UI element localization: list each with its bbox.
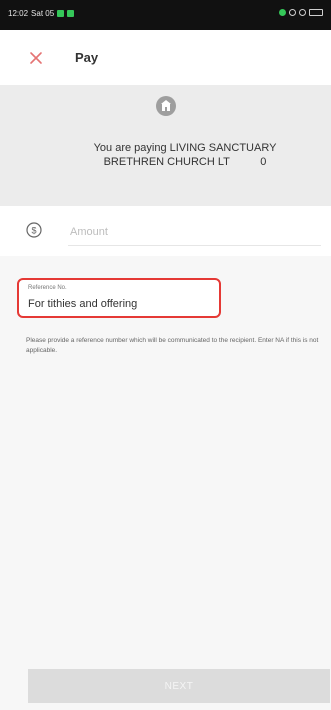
amount-input[interactable] xyxy=(68,222,312,242)
signal-icon xyxy=(279,9,286,16)
notification-icon xyxy=(57,10,65,17)
notification-icon xyxy=(67,10,75,17)
recipient-line-2: BRETHREN CHURCH LT 0 xyxy=(103,156,267,168)
wifi-icon xyxy=(289,9,296,16)
church-icon xyxy=(155,95,177,117)
status-left: 12:02 Sat 05 xyxy=(8,9,75,18)
recipient-line-1: You are paying LIVING SANCTUARY xyxy=(93,142,277,154)
amount-underline xyxy=(68,245,321,246)
recipient-panel: You are paying LIVING SANCTUARY BRETHREN… xyxy=(0,85,331,183)
next-button[interactable]: NEXT xyxy=(28,669,330,703)
recipient-text: You are paying LIVING SANCTUARY BRETHREN… xyxy=(60,141,310,169)
reference-label: Reference No. xyxy=(28,285,67,291)
status-right xyxy=(279,9,323,16)
battery-icon xyxy=(309,9,323,16)
reference-help-text: Please provide a reference number which … xyxy=(26,337,319,354)
app-bar: Pay xyxy=(0,30,331,85)
close-icon[interactable] xyxy=(28,50,44,66)
status-day: Sat 05 xyxy=(31,9,55,18)
svg-text:$: $ xyxy=(31,226,36,236)
reference-section: Reference No. For tithies and offering P… xyxy=(0,256,331,710)
sync-icon xyxy=(299,9,306,16)
status-time: 12:02 xyxy=(8,9,29,18)
page-title: Pay xyxy=(75,50,99,65)
amount-row: $ xyxy=(0,206,331,256)
reference-field[interactable]: Reference No. For tithies and offering xyxy=(17,278,221,318)
status-bar: 12:02 Sat 05 xyxy=(0,0,331,30)
currency-icon: $ xyxy=(26,222,42,238)
reference-value: For tithies and offering xyxy=(28,298,138,310)
